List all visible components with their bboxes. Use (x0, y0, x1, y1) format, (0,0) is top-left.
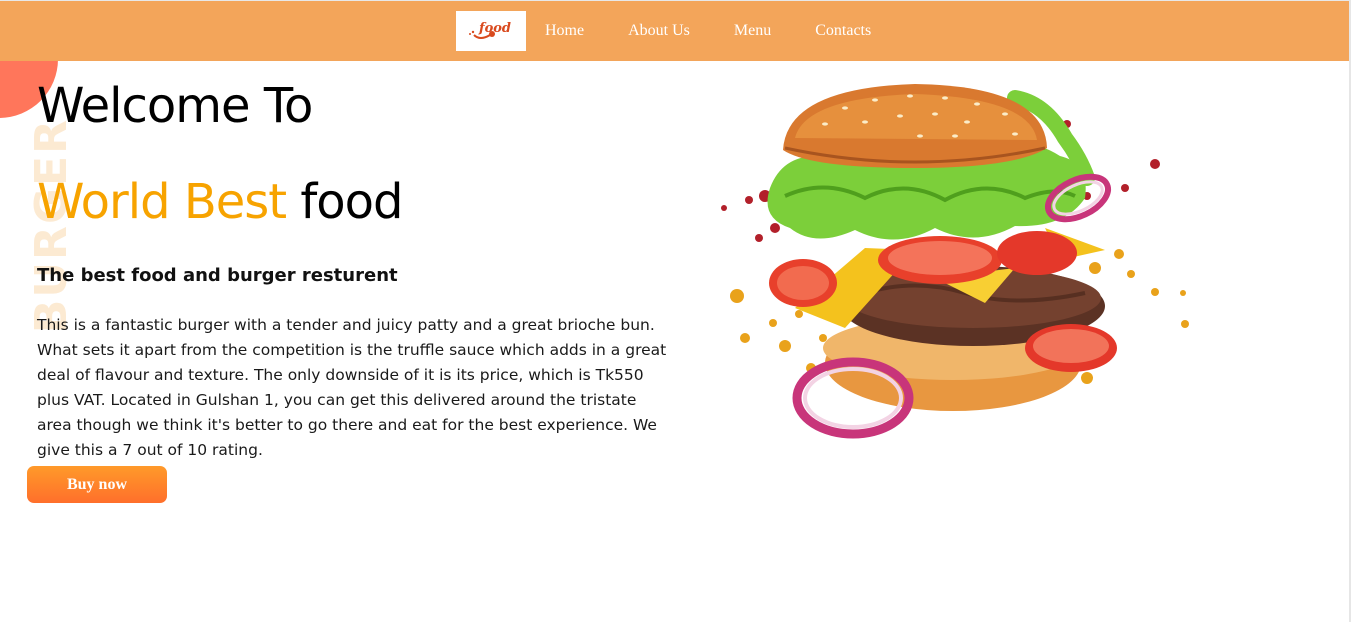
hero-title-line2: World Best food (37, 174, 403, 230)
hero-title-rest: food (300, 174, 403, 230)
buy-now-button[interactable]: Buy now (27, 466, 167, 503)
nav-link-menu[interactable]: Menu (734, 22, 771, 40)
hero-description: This is a fantastic burger with a tender… (37, 316, 667, 459)
nav-links: Home About Us Menu Contacts (545, 22, 915, 40)
burger-image (715, 78, 1215, 448)
nav-link-home[interactable]: Home (545, 22, 584, 40)
nav-inner: food Home About Us Menu Contacts (456, 11, 915, 51)
nav-link-about-us[interactable]: About Us (628, 22, 690, 40)
nav-link-contacts[interactable]: Contacts (815, 22, 871, 40)
hero-subtitle: The best food and burger resturent (37, 265, 398, 286)
top-navbar: food Home About Us Menu Contacts (0, 0, 1349, 61)
logo[interactable]: food (456, 11, 526, 51)
hero-title-line1: Welcome To (37, 78, 313, 134)
food-logo-icon (469, 30, 495, 39)
hero-title-accent: World Best (37, 174, 287, 230)
